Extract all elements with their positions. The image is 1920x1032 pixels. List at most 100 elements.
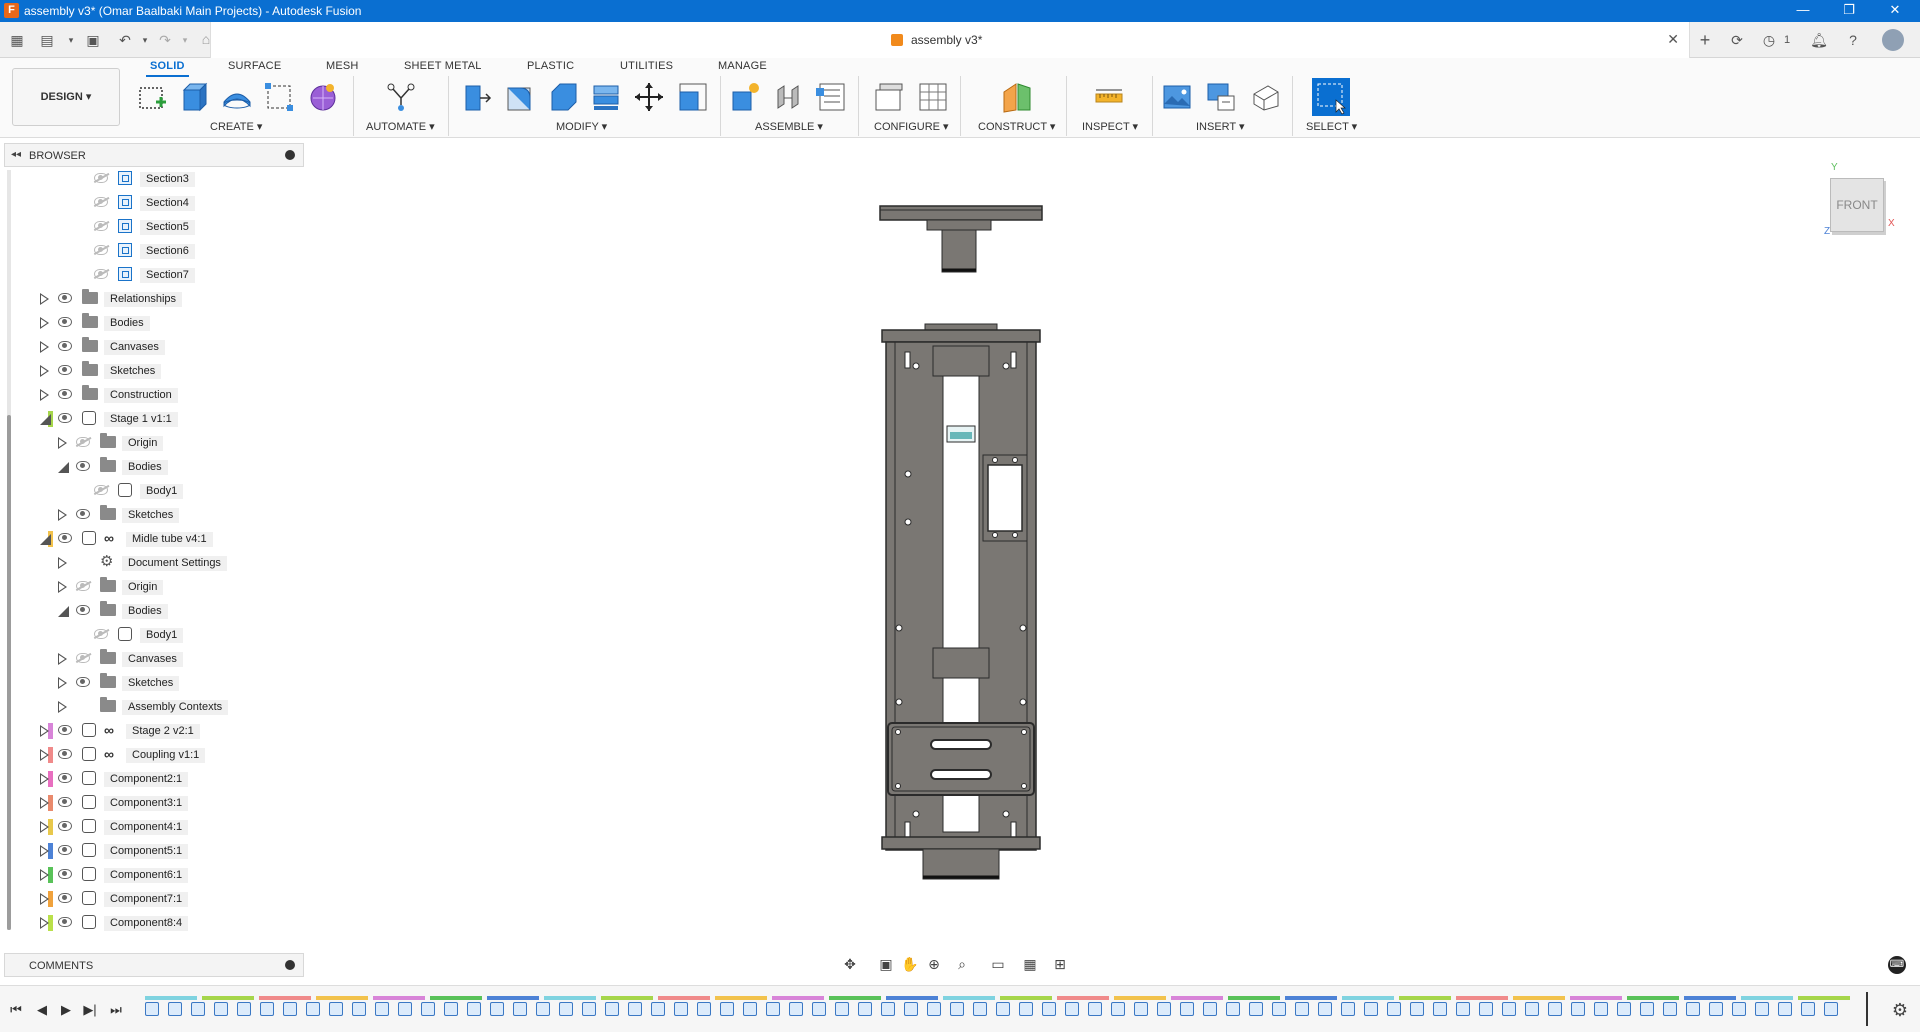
comments-panel[interactable]: COMMENTS bbox=[4, 953, 304, 977]
insert-mesh-icon[interactable] bbox=[1248, 80, 1282, 114]
visibility-eye-icon[interactable] bbox=[94, 221, 108, 231]
visibility-eye-icon[interactable] bbox=[76, 605, 90, 615]
bottom-flange[interactable] bbox=[881, 836, 1041, 850]
tab-plastic[interactable]: PLASTIC bbox=[527, 60, 574, 72]
browser-row[interactable]: Bodies bbox=[4, 313, 304, 333]
save-icon[interactable]: ▣ bbox=[84, 31, 102, 49]
timeline-feature-icon[interactable] bbox=[1686, 1002, 1700, 1016]
browser-row[interactable]: Component8:4 bbox=[4, 913, 304, 933]
timeline-feature-icon[interactable] bbox=[1111, 1002, 1125, 1016]
view-cube[interactable]: FRONT bbox=[1830, 178, 1884, 232]
browser-row[interactable]: Construction bbox=[4, 385, 304, 405]
visibility-eye-icon[interactable] bbox=[94, 629, 108, 639]
redo-icon[interactable]: ↷ bbox=[156, 31, 174, 49]
shell-icon[interactable] bbox=[589, 80, 623, 114]
timeline-feature-icon[interactable] bbox=[260, 1002, 274, 1016]
visibility-eye-icon[interactable] bbox=[94, 173, 108, 183]
measure-icon[interactable] bbox=[1092, 80, 1126, 114]
expand-triangle-icon[interactable] bbox=[58, 437, 67, 449]
browser-options-icon[interactable] bbox=[285, 150, 295, 160]
timeline-feature-icon[interactable] bbox=[1318, 1002, 1332, 1016]
timeline-feature-icon[interactable] bbox=[1663, 1002, 1677, 1016]
expand-triangle-icon[interactable] bbox=[40, 797, 49, 809]
timeline-feature-icon[interactable] bbox=[973, 1002, 987, 1016]
expand-triangle-icon[interactable] bbox=[40, 293, 49, 305]
undo-chevron-icon[interactable]: ▾ bbox=[136, 31, 154, 49]
file-menu-chevron-icon[interactable]: ▾ bbox=[62, 31, 80, 49]
text-commands-icon[interactable]: ⌨ bbox=[1888, 956, 1906, 974]
timeline-feature-icon[interactable] bbox=[1019, 1002, 1033, 1016]
timeline-first-icon[interactable]: ⏮ bbox=[8, 1002, 24, 1018]
top-block[interactable] bbox=[932, 345, 990, 377]
pan-icon[interactable]: ✋ bbox=[900, 954, 920, 974]
browser-row[interactable]: Canvases bbox=[4, 649, 304, 669]
timeline-feature-icon[interactable] bbox=[306, 1002, 320, 1016]
timeline-feature-icon[interactable] bbox=[697, 1002, 711, 1016]
visibility-eye-icon[interactable] bbox=[58, 293, 72, 303]
timeline-feature-icon[interactable] bbox=[1801, 1002, 1815, 1016]
expand-triangle-icon[interactable] bbox=[58, 509, 67, 521]
timeline-feature-icon[interactable] bbox=[283, 1002, 297, 1016]
visibility-eye-icon[interactable] bbox=[58, 845, 72, 855]
zoom-icon[interactable]: ⊕ bbox=[924, 954, 944, 974]
top-neck[interactable] bbox=[924, 323, 998, 331]
browser-row[interactable]: Section3 bbox=[4, 169, 304, 189]
timeline-feature-icon[interactable] bbox=[536, 1002, 550, 1016]
timeline-feature-icon[interactable] bbox=[467, 1002, 481, 1016]
timeline-feature-icon[interactable] bbox=[237, 1002, 251, 1016]
timeline-feature-icon[interactable] bbox=[1732, 1002, 1746, 1016]
timeline-feature-icon[interactable] bbox=[605, 1002, 619, 1016]
timeline-features[interactable] bbox=[145, 990, 1865, 1030]
visibility-eye-icon[interactable] bbox=[58, 749, 72, 759]
document-tab[interactable]: ⌂ assembly v3* ✕ bbox=[202, 22, 1690, 58]
add-comment-icon[interactable] bbox=[285, 960, 295, 970]
browser-row[interactable]: ∞ Midle tube v4:1 bbox=[4, 529, 304, 549]
browser-row[interactable]: Relationships bbox=[4, 289, 304, 309]
timeline-feature-icon[interactable] bbox=[1088, 1002, 1102, 1016]
press-pull-icon[interactable] bbox=[460, 80, 494, 114]
timeline-feature-icon[interactable] bbox=[1134, 1002, 1148, 1016]
timeline-feature-icon[interactable] bbox=[582, 1002, 596, 1016]
timeline-settings-icon[interactable]: ⚙ bbox=[1892, 1000, 1908, 1021]
timeline-feature-icon[interactable] bbox=[1364, 1002, 1378, 1016]
timeline-last-icon[interactable]: ⏭ bbox=[108, 1002, 124, 1018]
assemble-menu[interactable]: ASSEMBLE ▾ bbox=[755, 120, 823, 133]
timeline-feature-icon[interactable] bbox=[1203, 1002, 1217, 1016]
timeline-feature-icon[interactable] bbox=[1479, 1002, 1493, 1016]
browser-row[interactable]: Section6 bbox=[4, 241, 304, 261]
timeline-feature-icon[interactable] bbox=[1042, 1002, 1056, 1016]
maximize-button[interactable]: ❐ bbox=[1826, 0, 1872, 22]
visibility-eye-icon[interactable] bbox=[58, 797, 72, 807]
close-window-button[interactable]: ✕ bbox=[1872, 0, 1918, 22]
visibility-eye-icon[interactable] bbox=[76, 509, 90, 519]
timeline-feature-icon[interactable] bbox=[628, 1002, 642, 1016]
expand-triangle-icon[interactable] bbox=[40, 773, 49, 785]
select-icon[interactable] bbox=[1312, 78, 1350, 116]
fit-icon[interactable]: ⌕ bbox=[952, 954, 972, 974]
timeline-feature-icon[interactable] bbox=[145, 1002, 159, 1016]
browser-row[interactable]: Origin bbox=[4, 577, 304, 597]
middle-block[interactable] bbox=[932, 647, 990, 679]
new-tab-icon[interactable]: + bbox=[1696, 31, 1714, 49]
collapse-triangle-icon[interactable] bbox=[40, 534, 51, 545]
expand-triangle-icon[interactable] bbox=[40, 389, 49, 401]
browser-row[interactable]: Origin bbox=[4, 433, 304, 453]
close-tab-icon[interactable]: ✕ bbox=[1667, 31, 1679, 48]
timeline-feature-icon[interactable] bbox=[375, 1002, 389, 1016]
tab-solid[interactable]: SOLID bbox=[146, 60, 189, 77]
timeline-feature-icon[interactable] bbox=[352, 1002, 366, 1016]
visibility-eye-icon[interactable] bbox=[58, 725, 72, 735]
tab-mesh[interactable]: MESH bbox=[326, 60, 359, 72]
expand-triangle-icon[interactable] bbox=[58, 557, 67, 569]
timeline-feature-icon[interactable] bbox=[1410, 1002, 1424, 1016]
construct-menu[interactable]: CONSTRUCT ▾ bbox=[978, 120, 1055, 133]
expand-triangle-icon[interactable] bbox=[58, 653, 67, 665]
joint-icon[interactable] bbox=[772, 80, 806, 114]
chamfer-icon[interactable] bbox=[546, 80, 580, 114]
tab-surface[interactable]: SURFACE bbox=[228, 60, 281, 72]
home-icon[interactable]: ⌂ bbox=[197, 30, 215, 48]
app-grid-icon[interactable]: ▦ bbox=[8, 31, 26, 49]
automate-icon[interactable] bbox=[384, 80, 418, 114]
visibility-eye-icon[interactable] bbox=[76, 437, 90, 447]
timeline-feature-icon[interactable] bbox=[1548, 1002, 1562, 1016]
